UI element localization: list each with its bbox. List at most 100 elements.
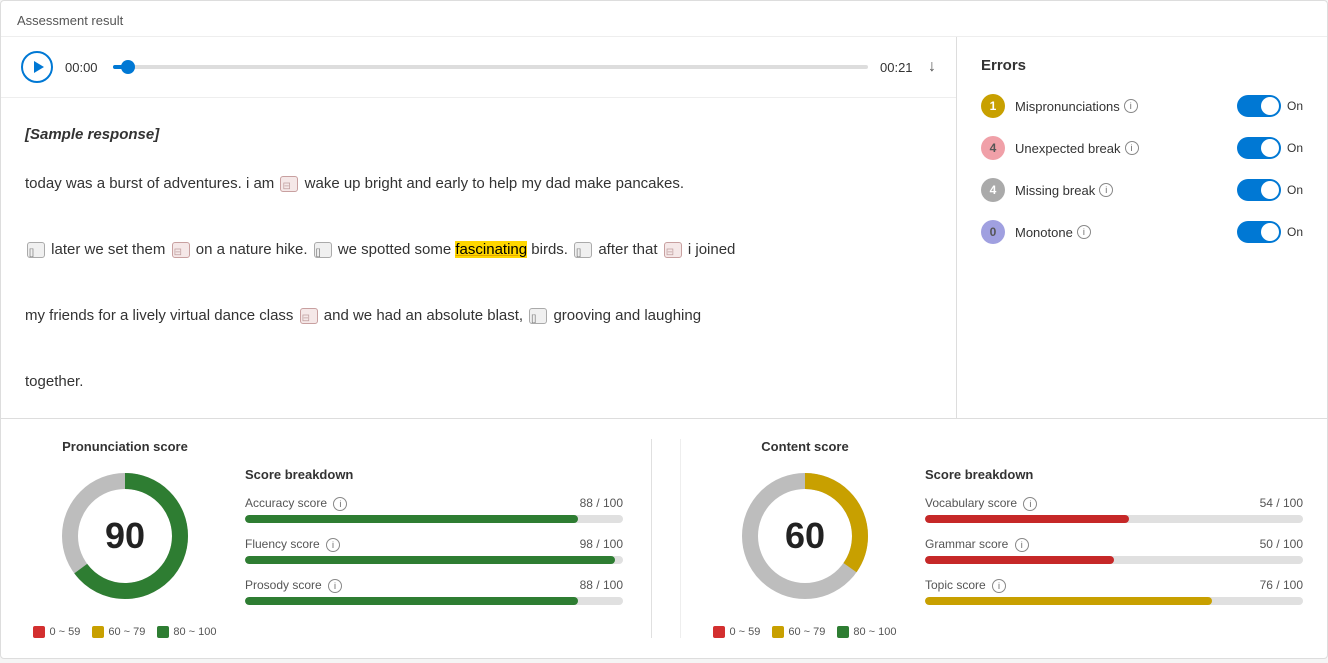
word-4: on a nature hike. — [196, 241, 312, 258]
errors-title: Errors — [981, 57, 1303, 74]
accuracy-row: Accuracy score i 88 / 100 — [245, 496, 623, 523]
grammar-label: Grammar score i — [925, 537, 1029, 552]
info-icon-unexpected-break[interactable]: i — [1125, 141, 1139, 155]
prosody-label: Prosody score i — [245, 578, 342, 593]
fluency-row: Fluency score i 98 / 100 — [245, 537, 623, 564]
accuracy-bar-bg — [245, 515, 623, 523]
toggle-container-missing-break: On — [1237, 179, 1303, 201]
content-legend-dot-yellow — [772, 626, 784, 638]
topic-bar-bg — [925, 597, 1303, 605]
legend-item-yellow: 60 ~ 79 — [92, 626, 145, 638]
vocabulary-value: 54 / 100 — [1260, 496, 1303, 511]
audio-progress-thumb — [121, 60, 135, 74]
toggle-container-mispronunciations: On — [1237, 95, 1303, 117]
word-2: wake up bright and early to help my dad … — [305, 175, 684, 192]
content-legend-item-green: 80 ~ 100 — [837, 626, 896, 638]
error-row-monotone: 0 Monotone i On — [981, 220, 1303, 244]
break-marker-gray-4 — [529, 308, 547, 324]
info-icon-prosody[interactable]: i — [328, 579, 342, 593]
prosody-bar-bg — [245, 597, 623, 605]
accuracy-bar-fill — [245, 515, 578, 523]
word-5: we spotted some — [338, 241, 456, 258]
topic-label-row: Topic score i 76 / 100 — [925, 578, 1303, 593]
play-button[interactable] — [21, 51, 53, 83]
toggle-mispronunciations[interactable] — [1237, 95, 1281, 117]
toggle-label-missing-break: On — [1287, 183, 1303, 197]
toggle-monotone[interactable] — [1237, 221, 1281, 243]
legend-label-0-59: 0 ~ 59 — [49, 626, 80, 638]
topic-bar-fill — [925, 597, 1212, 605]
word-7: after that — [598, 241, 661, 258]
info-icon-fluency[interactable]: i — [326, 538, 340, 552]
toggle-unexpected-break[interactable] — [1237, 137, 1281, 159]
prosody-row: Prosody score i 88 / 100 — [245, 578, 623, 605]
text-line-1: today was a burst of adventures. i am wa… — [25, 175, 684, 192]
toggle-missing-break[interactable] — [1237, 179, 1281, 201]
content-score-number: 60 — [785, 515, 825, 557]
fluency-bar-bg — [245, 556, 623, 564]
error-label-unexpected-break: Unexpected break i — [1015, 141, 1227, 156]
content-donut-container: 60 — [735, 466, 875, 606]
info-icon-monotone[interactable]: i — [1077, 225, 1091, 239]
error-label-mispronunciations: Mispronunciations i — [1015, 99, 1227, 114]
word-11: grooving and laughing — [553, 307, 701, 324]
accuracy-value: 88 / 100 — [580, 496, 623, 511]
error-row-missing-break: 4 Missing break i On — [981, 178, 1303, 202]
content-legend-item-red: 0 ~ 59 — [713, 626, 760, 638]
break-marker-gray-1 — [27, 242, 45, 258]
legend-dot-red — [33, 626, 45, 638]
legend-dot-yellow — [92, 626, 104, 638]
page-title: Assessment result — [1, 1, 1327, 37]
break-marker-4 — [300, 308, 318, 324]
vocabulary-label: Vocabulary score i — [925, 496, 1037, 511]
audio-progress-track[interactable] — [113, 65, 868, 69]
content-legend-dot-red — [713, 626, 725, 638]
break-marker-3 — [664, 242, 682, 258]
vocabulary-bar-fill — [925, 515, 1129, 523]
content-section: Content score 60 0 ~ 59 60 ~ 79 — [680, 439, 1303, 638]
pronunciation-breakdown-panel: Score breakdown Accuracy score i 88 / 10… — [245, 439, 623, 638]
audio-text-panel: 00:00 00:21 ↓ [Sample response] today wa… — [1, 37, 957, 418]
word-10: and we had an absolute blast, — [324, 307, 527, 324]
pronunciation-breakdown-title: Score breakdown — [245, 467, 623, 482]
top-section: 00:00 00:21 ↓ [Sample response] today wa… — [1, 37, 1327, 419]
break-marker-gray-2 — [314, 242, 332, 258]
content-legend-item-yellow: 60 ~ 79 — [772, 626, 825, 638]
text-line-2: later we set them on a nature hike. we s… — [25, 241, 735, 258]
assessment-container: Assessment result 00:00 00:21 ↓ [ — [0, 0, 1328, 659]
info-icon-accuracy[interactable]: i — [333, 497, 347, 511]
errors-panel: Errors 1 Mispronunciations i On 4 Unexpe… — [957, 37, 1327, 418]
break-marker-1 — [280, 176, 298, 192]
word-8: i joined — [688, 241, 736, 258]
word-9: my friends for a lively virtual dance cl… — [25, 307, 298, 324]
toggle-container-unexpected-break: On — [1237, 137, 1303, 159]
grammar-value: 50 / 100 — [1260, 537, 1303, 552]
info-icon-topic[interactable]: i — [992, 579, 1006, 593]
audio-bar: 00:00 00:21 ↓ — [1, 37, 956, 98]
prosody-bar-fill — [245, 597, 578, 605]
legend-dot-green — [157, 626, 169, 638]
time-end: 00:21 — [880, 60, 916, 75]
content-legend-label-60-79: 60 ~ 79 — [788, 626, 825, 638]
grammar-row: Grammar score i 50 / 100 — [925, 537, 1303, 564]
info-icon-mispronunciations[interactable]: i — [1124, 99, 1138, 113]
pronunciation-section: Pronunciation score 90 0 ~ 59 60 — [25, 439, 623, 638]
content-legend-label-80-100: 80 ~ 100 — [853, 626, 896, 638]
info-icon-vocabulary[interactable]: i — [1023, 497, 1037, 511]
fluency-label-row: Fluency score i 98 / 100 — [245, 537, 623, 552]
prosody-value: 88 / 100 — [580, 578, 623, 593]
content-breakdown-title: Score breakdown — [925, 467, 1303, 482]
bottom-section: Pronunciation score 90 0 ~ 59 60 — [1, 419, 1327, 658]
content-legend-label-0-59: 0 ~ 59 — [729, 626, 760, 638]
error-label-missing-break: Missing break i — [1015, 183, 1227, 198]
content-breakdown-panel: Score breakdown Vocabulary score i 54 / … — [925, 439, 1303, 638]
download-button[interactable]: ↓ — [928, 58, 936, 76]
content-score-title: Content score — [761, 439, 848, 454]
info-icon-grammar[interactable]: i — [1015, 538, 1029, 552]
pronunciation-donut-container: 90 — [55, 466, 195, 606]
info-icon-missing-break[interactable]: i — [1099, 183, 1113, 197]
error-text-mispronunciations: Mispronunciations — [1015, 99, 1120, 114]
word-1: today was a burst of adventures. i am — [25, 175, 278, 192]
pronunciation-score-block: Pronunciation score 90 0 ~ 59 60 — [25, 439, 225, 638]
pronunciation-legend: 0 ~ 59 60 ~ 79 80 ~ 100 — [33, 626, 216, 638]
